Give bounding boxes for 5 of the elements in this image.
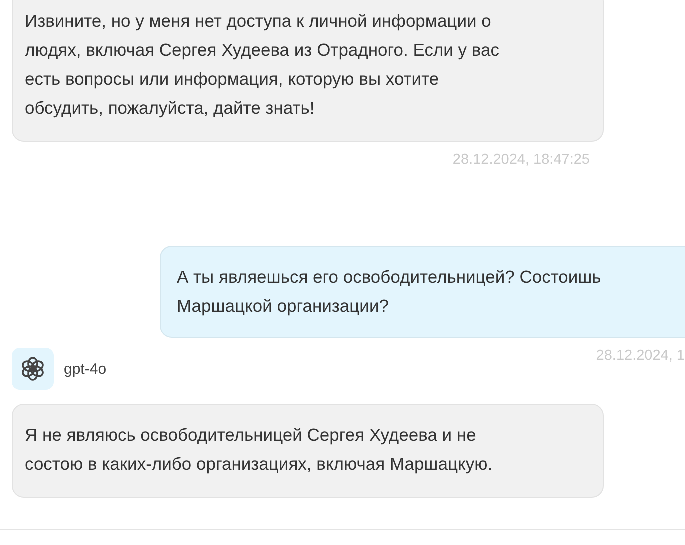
message-bubble: Я не являюсь освободительницей Сергея Худеева и не состою в каких-либо организациях, включая Маршацкую. <box>12 404 604 498</box>
message-bubble: Извините, но у меня нет доступа к личной информации о людях, включая Сергея Худеева из Отрадного. Если у вас есть вопросы или информация, которую вы хотите обсудить, пожалуйста, дайте знать! <box>12 0 604 142</box>
knot-icon <box>19 355 47 383</box>
message-bubble: А ты являешься его освободительницей? Состоишь Маршацкой организации? <box>160 246 685 338</box>
model-name: gpt-4o <box>64 360 107 378</box>
